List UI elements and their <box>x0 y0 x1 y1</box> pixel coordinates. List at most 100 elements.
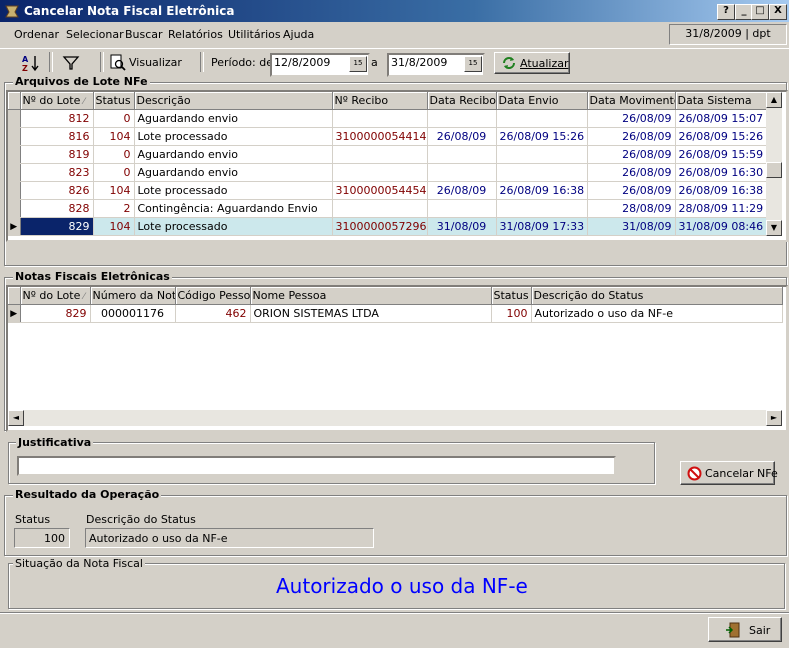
date-from-value: 12/8/2009 <box>274 56 331 69</box>
view-label: Visualizar <box>129 56 182 69</box>
col-header-data-envio[interactable]: Data Envio <box>496 92 588 110</box>
cell-lote: 828 <box>20 199 94 218</box>
cell-data_sis: 26/08/09 16:38 <box>675 181 767 200</box>
cancel-nfe-button[interactable]: Cancelar NFe <box>680 461 778 485</box>
title-bar[interactable]: Cancelar Nota Fiscal Eletrônica ? _ □ X <box>0 0 789 22</box>
row-indicator[interactable] <box>8 181 21 200</box>
table-row[interactable]: ▶829104Lote processado31000000572965031/… <box>8 217 767 236</box>
col-header-status[interactable]: Status <box>93 92 135 110</box>
row-indicator[interactable] <box>8 127 21 146</box>
col-header-descricao-status[interactable]: Descrição do Status <box>531 287 783 305</box>
cell-data_envio <box>496 145 588 164</box>
cell-descricao: Lote processado <box>134 181 333 200</box>
status-desc-field: Autorizado o uso da NF-e <box>85 528 374 548</box>
header-indicator <box>8 287 21 305</box>
lotes-table: Nº do Lote ⁄ Status Descrição Nº Recibo … <box>8 92 767 236</box>
menu-utilitarios[interactable]: Utilitários <box>228 28 281 41</box>
table-row[interactable]: 826104Lote processado310000005445409 26/0… <box>8 181 767 200</box>
table-row[interactable]: 819 0 Aguardando envio 26/08/09 26/08/09 15:… <box>8 145 767 164</box>
col-header-nome-pessoa[interactable]: Nome Pessoa <box>250 287 492 305</box>
cell-recibo: 310000005445409 <box>332 181 428 200</box>
cell-data_envio <box>496 199 588 218</box>
table-row[interactable]: ▶ 829 000001176 462 ORION SISTEMAS LTDA 100 Au… <box>8 304 783 323</box>
cell-data_recibo <box>427 163 497 182</box>
table-row[interactable]: 828 2 Contingência: Aguardando Envio 28/08/… <box>8 199 767 218</box>
col-header-status[interactable]: Status <box>491 287 532 305</box>
table-row[interactable]: 812 0 Aguardando envio 26/08/09 26/08/09 15:… <box>8 109 767 128</box>
cell-data_recibo <box>427 199 497 218</box>
resultado-title: Resultado da Operação <box>13 488 162 501</box>
cell-status: 2 <box>93 199 135 218</box>
lotes-grid[interactable]: Nº do Lote ⁄ Status Descrição Nº Recibo … <box>6 90 788 242</box>
cell-descricao: Contingência: Aguardando Envio <box>134 199 333 218</box>
period-label: Período: de <box>211 56 273 69</box>
notas-hscrollbar[interactable]: ◄ ► <box>8 410 782 426</box>
scroll-up-icon[interactable]: ▲ <box>766 92 782 108</box>
cell-lote: 823 <box>20 163 94 182</box>
help-button[interactable]: ? <box>717 4 735 20</box>
row-indicator[interactable] <box>8 145 21 164</box>
scroll-left-icon[interactable]: ◄ <box>8 410 24 426</box>
cell-data_mov: 31/08/09 <box>587 217 676 236</box>
date-from-calendar-icon[interactable]: 15 <box>349 56 367 72</box>
col-header-codigo-pessoa[interactable]: Código Pessoa <box>175 287 251 305</box>
filter-button[interactable] <box>62 54 80 72</box>
col-header-lote[interactable]: Nº do Lote ⁄ <box>20 287 91 305</box>
cell-status: 104 <box>93 127 135 146</box>
cell-data_sis: 26/08/09 16:30 <box>675 163 767 182</box>
col-header-data-recibo[interactable]: Data Recibo <box>427 92 497 110</box>
col-header-recibo[interactable]: Nº Recibo <box>332 92 428 110</box>
row-indicator[interactable]: ▶ <box>8 217 21 236</box>
cell-data_sis: 26/08/09 15:26 <box>675 127 767 146</box>
date-to-calendar-icon[interactable]: 15 <box>464 56 482 72</box>
table-row[interactable]: 823 0 Aguardando envio 26/08/09 26/08/09 16:… <box>8 163 767 182</box>
col-header-numero-nota[interactable]: Número da Nota <box>90 287 176 305</box>
cell-data_mov: 26/08/09 <box>587 181 676 200</box>
cell-data_envio <box>496 109 588 128</box>
menu-buscar[interactable]: Buscar <box>125 28 163 41</box>
col-header-data-sistema[interactable]: Data Sistema <box>675 92 767 110</box>
sort-az-button[interactable]: A Z <box>20 53 42 73</box>
filter-icon <box>62 56 80 70</box>
view-button[interactable]: Visualizar <box>108 53 182 73</box>
maximize-button[interactable]: □ <box>751 4 769 20</box>
menu-ajuda[interactable]: Ajuda <box>283 28 314 41</box>
status-value-field: 100 <box>14 528 70 548</box>
scroll-thumb[interactable] <box>766 162 782 178</box>
cell-recibo: 310000005729650 <box>332 217 428 236</box>
menu-selecionar[interactable]: Selecionar <box>66 28 124 41</box>
date-from-field[interactable]: 12/8/2009 15 <box>270 53 370 77</box>
cell-data_mov: 28/08/09 <box>587 199 676 218</box>
table-row[interactable]: 816104Lote processado31000000544144926/0… <box>8 127 767 146</box>
close-button[interactable]: X <box>769 4 787 20</box>
row-indicator[interactable]: ▶ <box>8 304 21 323</box>
menu-ordenar[interactable]: Ordenar <box>14 28 59 41</box>
cell-lote: 819 <box>20 145 94 164</box>
sort-az-icon: A Z <box>22 55 39 73</box>
cell-lote: 829 <box>20 217 94 236</box>
date-to-field[interactable]: 31/8/2009 15 <box>387 53 485 77</box>
menu-relatorios[interactable]: Relatórios <box>168 28 223 41</box>
situacao-title: Situação da Nota Fiscal <box>13 557 145 570</box>
svg-text:Z: Z <box>22 64 28 73</box>
cell-recibo <box>332 145 428 164</box>
lotes-vscrollbar[interactable]: ▲ ▼ <box>766 92 782 236</box>
refresh-button[interactable]: Atualizar <box>494 52 570 74</box>
col-header-lote[interactable]: Nº do Lote ⁄ <box>20 92 94 110</box>
cell-codigo: 462 <box>175 304 251 323</box>
col-header-data-movimento[interactable]: Data Movimento <box>587 92 676 110</box>
scroll-right-icon[interactable]: ► <box>766 410 782 426</box>
cell-status: 104 <box>93 181 135 200</box>
row-indicator[interactable] <box>8 199 21 218</box>
cell-lote: 826 <box>20 181 94 200</box>
cell-data_sis: 26/08/09 15:07 <box>675 109 767 128</box>
justificativa-input[interactable] <box>17 456 616 476</box>
row-indicator[interactable] <box>8 163 21 182</box>
exit-button[interactable]: Sair <box>708 617 782 642</box>
col-header-descricao[interactable]: Descrição <box>134 92 333 110</box>
scroll-down-icon[interactable]: ▼ <box>766 220 782 236</box>
preview-icon <box>110 54 126 71</box>
notas-grid[interactable]: Nº do Lote ⁄ Número da Nota Código Pesso… <box>6 285 788 432</box>
cell-data_envio <box>496 163 588 182</box>
row-indicator[interactable] <box>8 109 21 128</box>
